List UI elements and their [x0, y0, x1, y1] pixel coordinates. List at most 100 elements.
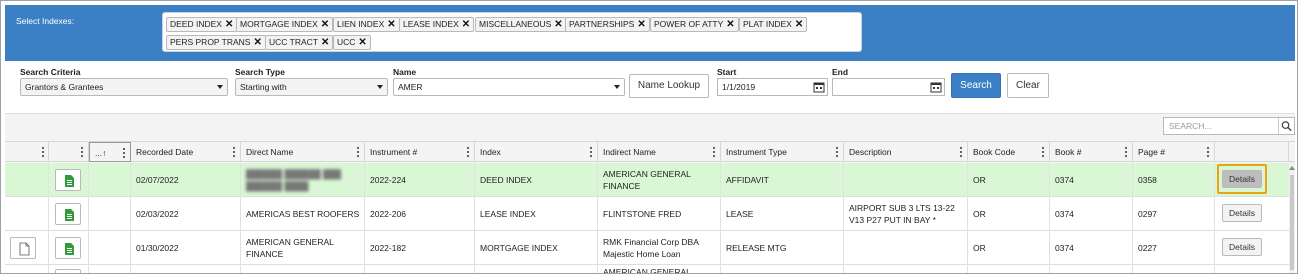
search-type-label: Search Type [235, 67, 285, 77]
column-menu-icon[interactable] [960, 147, 962, 157]
header-book-code[interactable]: Book Code [968, 142, 1050, 162]
column-menu-icon[interactable] [1042, 147, 1044, 157]
indirect-name-cell: RMK Financial Corp DBA Majestic Home Loa… [598, 231, 721, 265]
index-cell: MORTGAGE INDEX [475, 231, 598, 265]
column-menu-icon[interactable] [1125, 147, 1127, 157]
table-row[interactable]: 02/03/2022 AMERICAS BEST ROOFERS 2022-20… [5, 197, 1289, 231]
index-cell: LEASE INDEX [475, 197, 598, 231]
header-description[interactable]: Description [844, 142, 968, 162]
name-lookup-button[interactable]: Name Lookup [629, 74, 709, 98]
instrument-type-cell: RELEASE MTG [721, 231, 844, 265]
app-frame: Select Indexes: DEED INDEX ✕ MORTGAGE IND… [0, 0, 1298, 274]
row-doc-cell [49, 197, 89, 231]
view-document-button[interactable] [55, 269, 81, 273]
view-image-button[interactable] [10, 237, 36, 259]
row-doc-cell [49, 265, 89, 273]
column-menu-icon[interactable] [81, 147, 83, 157]
index-selector-bar: Select Indexes: DEED INDEX ✕ MORTGAGE IND… [5, 5, 1295, 61]
header-doc-col [49, 142, 89, 162]
description-cell [844, 231, 968, 265]
remove-chip-icon[interactable]: ✕ [554, 19, 562, 30]
column-menu-icon[interactable] [1207, 147, 1209, 157]
remove-chip-icon[interactable]: ✕ [321, 19, 329, 30]
end-date-input[interactable] [832, 78, 945, 96]
remove-chip-icon[interactable]: ✕ [225, 19, 233, 30]
book-code-cell: OR [968, 197, 1050, 231]
view-document-button[interactable] [55, 203, 81, 225]
document-icon [65, 175, 74, 187]
index-chip-miscellaneous: MISCELLANEOUS ✕ [475, 17, 567, 32]
view-document-button[interactable] [55, 237, 81, 259]
grid-scrollbar[interactable] [1289, 163, 1295, 273]
indirect-name-cell: FLINTSTONE FRED [598, 197, 721, 231]
remove-chip-icon[interactable]: ✕ [637, 19, 645, 30]
instrument-type-cell [721, 265, 844, 273]
grid-search-input[interactable]: SEARCH... [1163, 117, 1295, 135]
scrollbar-thumb[interactable] [1290, 175, 1294, 270]
header-direct-name[interactable]: Direct Name [241, 142, 365, 162]
instrument-number-cell: 2022-182 [365, 231, 475, 265]
direct-name-cell: AMERICAN GENERAL FINANCE [241, 231, 365, 265]
page-number-cell: 0358 [1133, 163, 1215, 197]
row-sort-cell [89, 265, 131, 273]
view-document-button[interactable] [55, 169, 81, 191]
header-recorded-date[interactable]: Recorded Date [131, 142, 241, 162]
header-indirect-name[interactable]: Indirect Name [598, 142, 721, 162]
header-instrument-number[interactable]: Instrument # [365, 142, 475, 162]
column-menu-icon[interactable] [590, 147, 592, 157]
index-chip-lease: LEASE INDEX ✕ [399, 17, 475, 32]
page-number-cell [1133, 265, 1215, 273]
remove-chip-icon[interactable]: ✕ [358, 37, 366, 48]
column-menu-icon[interactable] [123, 148, 125, 158]
column-menu-icon[interactable] [467, 147, 469, 157]
page-number-cell: 0227 [1133, 231, 1215, 265]
header-sort-col[interactable]: ...↑ [89, 142, 131, 162]
remove-chip-icon[interactable]: ✕ [387, 19, 395, 30]
table-row[interactable]: AMERICAN GENERAL [5, 265, 1289, 273]
name-input[interactable]: AMER [393, 78, 625, 96]
instrument-number-cell: 2022-224 [365, 163, 475, 197]
details-button[interactable]: Details [1222, 204, 1262, 222]
instrument-number-cell: 2022-206 [365, 197, 475, 231]
calendar-icon[interactable] [929, 80, 943, 94]
column-menu-icon[interactable] [42, 147, 44, 157]
book-number-cell: 0374 [1050, 197, 1133, 231]
column-menu-icon[interactable] [713, 147, 715, 157]
remove-chip-icon[interactable]: ✕ [726, 19, 734, 30]
table-row[interactable]: 01/30/2022 AMERICAN GENERAL FINANCE 2022… [5, 231, 1289, 265]
search-criteria-label: Search Criteria [20, 67, 81, 77]
details-button[interactable]: Details [1222, 238, 1262, 256]
calendar-icon[interactable] [812, 80, 826, 94]
details-button[interactable]: Details [1222, 170, 1262, 188]
search-criteria-select[interactable]: Grantors & Grantees [20, 78, 228, 96]
search-button[interactable]: Search [951, 73, 1001, 98]
redacted-name: ██████ ██████ ███ ██████ ████ [246, 169, 342, 191]
index-chip-pers-prop-trans: PERS PROP TRANS ✕ [166, 35, 266, 50]
header-index[interactable]: Index [475, 142, 598, 162]
remove-chip-icon[interactable]: ✕ [321, 37, 329, 48]
start-date-input[interactable]: 1/1/2019 [717, 78, 828, 96]
column-menu-icon[interactable] [233, 147, 235, 157]
index-chip-box[interactable]: DEED INDEX ✕ MORTGAGE INDEX ✕ LIEN INDEX ✕ … [162, 12, 862, 52]
document-icon [65, 243, 74, 255]
remove-chip-icon[interactable]: ✕ [795, 19, 803, 30]
header-book-number[interactable]: Book # [1050, 142, 1133, 162]
table-row[interactable]: 02/07/2022 ██████ ██████ ███ ██████ ████ … [5, 163, 1289, 197]
book-number-cell: 0374 [1050, 163, 1133, 197]
column-menu-icon[interactable] [357, 147, 359, 157]
clear-button[interactable]: Clear [1007, 73, 1049, 98]
header-page-number[interactable]: Page # [1133, 142, 1215, 162]
description-cell [844, 163, 968, 197]
recorded-date-cell [131, 265, 241, 273]
remove-chip-icon[interactable]: ✕ [462, 19, 470, 30]
column-menu-icon[interactable] [836, 147, 838, 157]
search-icon[interactable] [1278, 118, 1294, 134]
header-select-col [5, 142, 49, 162]
book-code-cell: OR [968, 163, 1050, 197]
remove-chip-icon[interactable]: ✕ [253, 37, 261, 48]
search-type-select[interactable]: Starting with [235, 78, 388, 96]
scroll-up-icon[interactable] [1289, 166, 1295, 170]
instrument-type-cell: AFFIDAVIT [721, 163, 844, 197]
row-sort-cell [89, 231, 131, 265]
header-instrument-type[interactable]: Instrument Type [721, 142, 844, 162]
